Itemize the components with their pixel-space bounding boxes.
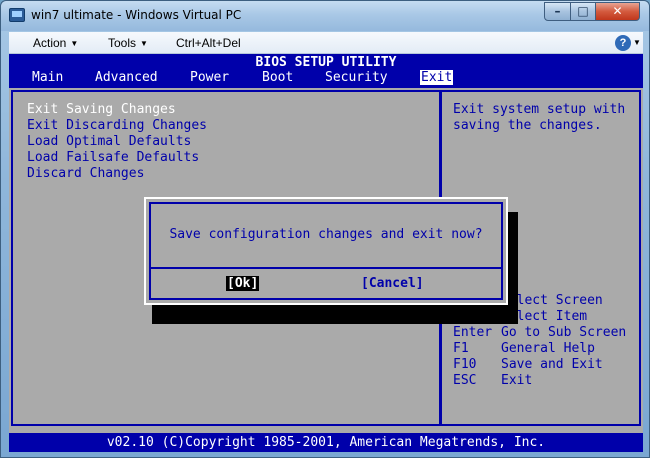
menu-item-load-optimal-defaults[interactable]: Load Optimal Defaults xyxy=(27,134,191,149)
key-name: Enter xyxy=(453,325,493,340)
key-desc: General Help xyxy=(501,341,595,356)
help-description: Exit system setup with saving the change… xyxy=(453,102,626,133)
key-row-general-help: F1 General Help xyxy=(453,341,595,356)
virtual-pc-window: win7 ultimate - Windows Virtual PC – □ ✕… xyxy=(0,0,650,458)
action-menu-label: Action xyxy=(33,36,67,50)
tools-menu[interactable]: Tools ▼ xyxy=(108,36,148,50)
menu-bar: Action ▼ Tools ▼ Ctrl+Alt+Del ? ▼ xyxy=(9,32,643,54)
tab-security[interactable]: Security xyxy=(325,70,388,85)
key-name: F10 xyxy=(453,357,477,372)
key-desc: Exit xyxy=(501,373,533,388)
chevron-down-icon: ▼ xyxy=(140,39,148,48)
ctrl-alt-del-button[interactable]: Ctrl+Alt+Del xyxy=(176,36,241,50)
key-desc: Save and Exit xyxy=(501,357,603,372)
menu-item-exit-saving-changes[interactable]: Exit Saving Changes xyxy=(27,102,176,117)
ok-button[interactable]: [Ok] xyxy=(226,276,260,291)
title-bar[interactable]: win7 ultimate - Windows Virtual PC – □ ✕ xyxy=(1,1,649,31)
menu-item-discard-changes[interactable]: Discard Changes xyxy=(27,166,144,181)
minimize-button[interactable]: – xyxy=(544,2,571,21)
save-confirm-dialog: Save configuration changes and exit now?… xyxy=(144,197,508,305)
tab-boot[interactable]: Boot xyxy=(262,70,293,85)
menu-item-load-failsafe-defaults[interactable]: Load Failsafe Defaults xyxy=(27,150,199,165)
key-name: F1 xyxy=(453,341,469,356)
key-name: ESC xyxy=(453,373,477,388)
dialog-frame: Save configuration changes and exit now?… xyxy=(149,202,503,300)
dialog-question: Save configuration changes and exit now? xyxy=(169,227,483,242)
tab-advanced[interactable]: Advanced xyxy=(95,70,158,85)
bios-screen[interactable]: BIOS SETUP UTILITY Main Advanced Power B… xyxy=(9,54,643,452)
tools-menu-label: Tools xyxy=(108,36,137,50)
key-desc: Go to Sub Screen xyxy=(501,325,627,340)
tab-power[interactable]: Power xyxy=(190,70,229,85)
action-menu[interactable]: Action ▼ xyxy=(33,36,78,50)
close-button[interactable]: ✕ xyxy=(595,2,640,21)
maximize-button[interactable]: □ xyxy=(570,2,596,21)
key-row-save-and-exit: F10 Save and Exit xyxy=(453,357,603,372)
tab-exit[interactable]: Exit xyxy=(420,70,454,85)
virtual-pc-icon xyxy=(9,8,25,22)
chevron-down-icon[interactable]: ▼ xyxy=(633,38,641,47)
key-row-exit: ESC Exit xyxy=(453,373,532,388)
bios-header: BIOS SETUP UTILITY Main Advanced Power B… xyxy=(9,54,643,88)
window-title: win7 ultimate - Windows Virtual PC xyxy=(31,8,242,22)
help-icon[interactable]: ? xyxy=(615,35,631,51)
chevron-down-icon: ▼ xyxy=(70,39,79,48)
dialog-divider xyxy=(151,267,501,269)
key-row-sub-screen: Enter Go to Sub Screen xyxy=(453,325,626,340)
cancel-button[interactable]: [Cancel] xyxy=(361,276,424,291)
bios-copyright-footer: v02.10 (C)Copyright 1985-2001, American … xyxy=(9,433,643,452)
bios-title: BIOS SETUP UTILITY xyxy=(255,55,397,70)
tab-main[interactable]: Main xyxy=(32,70,63,85)
menu-item-exit-discarding-changes[interactable]: Exit Discarding Changes xyxy=(27,118,207,133)
